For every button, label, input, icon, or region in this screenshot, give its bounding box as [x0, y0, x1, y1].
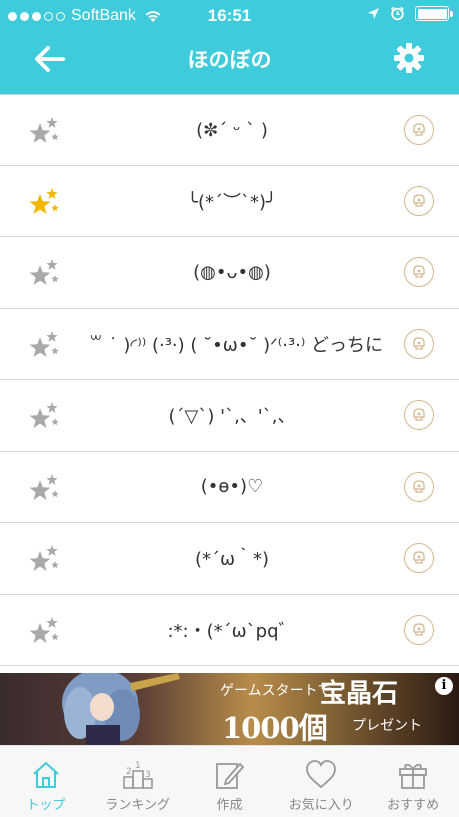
kaomoji-list: (✼´ ᵕ ` ) ╰(*´︶`*)╯ (◍•ᴗ•◍) ⁽⁽◝( ˙ ꒳ ˙ )… [0, 94, 459, 666]
tab-label: ランキング [105, 798, 170, 813]
tab-label: おすすめ [387, 798, 440, 813]
favorite-star-icon[interactable] [26, 329, 62, 361]
svg-text:3: 3 [145, 770, 151, 780]
gift-icon [399, 763, 427, 789]
copy-icon[interactable] [404, 328, 434, 359]
copy-icon[interactable] [404, 543, 434, 573]
tab-label: お気に入り [288, 798, 354, 813]
ad-text-line1: ゲームスタートで [220, 683, 332, 699]
favorite-star-icon[interactable] [26, 615, 62, 647]
ad-character-illustration [62, 673, 180, 745]
kaomoji-text: ⁽⁽◝( ˙ ꒳ ˙ )◜⁾⁾ (·³·) ( ˘•ω•˘ )ᐟ⁽·³·⁾ どっ… [82, 334, 382, 356]
copy-icon[interactable] [404, 471, 434, 502]
list-item[interactable]: ╰(*´︶`*)╯ [0, 166, 459, 237]
alarm-icon [390, 6, 405, 21]
favorite-star-icon[interactable] [26, 472, 62, 504]
list-item[interactable]: (•ө•)♡ [0, 452, 459, 523]
favorite-star-icon[interactable] [26, 400, 62, 432]
copy-icon[interactable] [404, 614, 434, 645]
ad-banner[interactable]: ゲームスタートで 宝晶石 1000個 プレゼント i [0, 673, 459, 745]
kaomoji-text: (*´ω｀*) [194, 549, 270, 570]
home-icon [33, 762, 59, 788]
favorite-star-icon[interactable] [26, 543, 62, 575]
location-arrow-icon [368, 8, 379, 19]
tab-label: トップ [26, 798, 66, 813]
tab-create[interactable]: 作成 [184, 746, 276, 817]
battery-icon [415, 6, 453, 21]
app-header: SoftBank 16:51 ほのぼの [0, 0, 459, 94]
kaomoji-text: (◍•ᴗ•◍) [193, 261, 271, 283]
tab-bar: トップ 12 3 ランキング 作成 お気に入り おすすめ [0, 745, 459, 817]
svg-text:2: 2 [126, 767, 132, 777]
tab-top[interactable]: トップ [0, 746, 92, 817]
tab-recommended[interactable]: おすすめ [367, 746, 459, 817]
favorite-star-icon[interactable] [26, 257, 62, 289]
page-title: ほのぼの [187, 48, 272, 72]
kaomoji-text: (•ө•)♡ [200, 476, 264, 497]
ad-text-gem: 宝晶石 [320, 679, 399, 709]
copy-icon[interactable] [404, 257, 434, 287]
kaomoji-text: ╰(*´︶`*)╯ [187, 191, 277, 213]
list-item[interactable]: (´▽`) '`,、'`,、 [0, 380, 459, 452]
heart-icon [306, 760, 337, 789]
list-item[interactable]: (◍•ᴗ•◍) [0, 237, 459, 309]
ad-text-present: プレゼント [352, 718, 422, 734]
list-item[interactable]: (✼´ ᵕ ` ) [0, 94, 459, 166]
list-item[interactable]: :*:・(*´ω`pq゛ [0, 595, 459, 666]
favorite-star-icon[interactable] [26, 186, 62, 218]
copy-icon[interactable] [404, 115, 434, 145]
ad-text-amount: 1000個 [222, 711, 328, 745]
kaomoji-text: (✼´ ᵕ ` ) [196, 119, 268, 141]
copy-icon[interactable] [404, 400, 434, 430]
kaomoji-text: :*:・(*´ω`pq゛ [167, 620, 297, 642]
create-icon [216, 762, 245, 789]
copy-icon[interactable] [404, 185, 434, 216]
tab-ranking[interactable]: 12 3 ランキング [92, 746, 184, 817]
kaomoji-text: (´▽`) '`,、'`,、 [168, 406, 296, 427]
ranking-icon: 12 3 [122, 761, 153, 789]
list-item[interactable]: (*´ω｀*) [0, 523, 459, 595]
tab-favorites[interactable]: お気に入り [275, 746, 367, 817]
list-item[interactable]: ⁽⁽◝( ˙ ꒳ ˙ )◜⁾⁾ (·³·) ( ˘•ω•˘ )ᐟ⁽·³·⁾ どっ… [0, 309, 459, 380]
ad-info-icon[interactable]: i [435, 677, 453, 695]
status-bar: SoftBank 16:51 [0, 0, 459, 32]
gear-icon[interactable] [393, 42, 425, 74]
svg-text:1: 1 [135, 761, 141, 771]
favorite-star-icon[interactable] [26, 115, 62, 147]
tab-label: 作成 [216, 798, 243, 813]
